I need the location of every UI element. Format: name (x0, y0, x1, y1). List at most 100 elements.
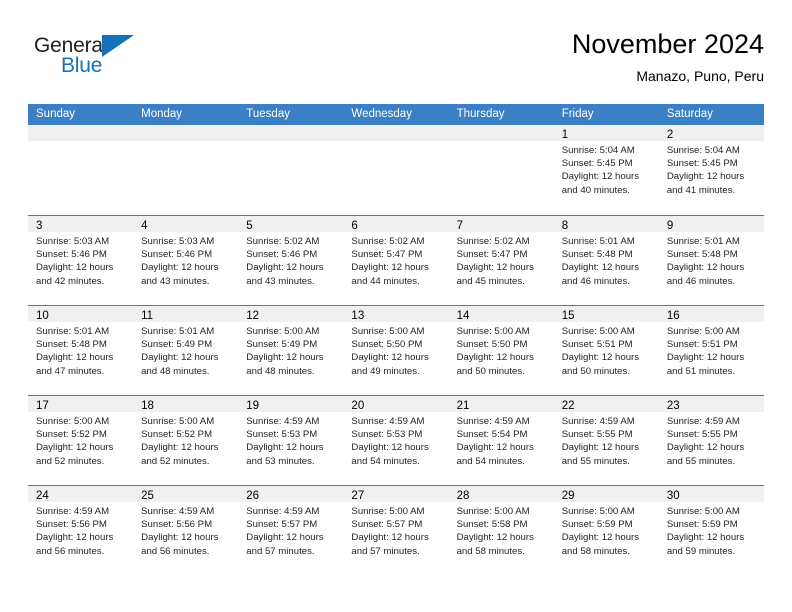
day-number: 11 (141, 310, 154, 322)
calendar-day-cell[interactable]: 5 Sunrise: 5:02 AM Sunset: 5:46 PM Daylight… (238, 216, 344, 305)
daylight-text-line1: Daylight: 12 hours (36, 442, 114, 454)
daylight-text-line1: Daylight: 12 hours (666, 171, 745, 183)
day-details: Sunrise: 5:00 AM Sunset: 5:52 PM Daylight:… (28, 412, 133, 468)
day-number: 26 (246, 490, 260, 502)
daylight-text-line1: Daylight: 12 hours (36, 532, 114, 544)
day-details: Sunrise: 4:59 AM Sunset: 5:55 PM Daylight:… (659, 412, 764, 468)
daylight-text-line2: and 48 minutes. (141, 365, 210, 377)
calendar-day-cell[interactable]: 1 Sunrise: 5:04 AM Sunset: 5:45 PM Daylight… (553, 125, 659, 215)
daylight-text-line1: Daylight: 12 hours (456, 532, 534, 544)
day-number-band: 4 (133, 216, 239, 232)
weekday-header-row: Sunday Monday Tuesday Wednesday Thursday Frid… (28, 104, 764, 125)
calendar-day-cell[interactable]: 28 Sunrise: 5:00 AM Sunset: 5:58 PM Dayligh… (448, 486, 554, 575)
sunrise-text: Sunrise: 4:59 AM (36, 506, 110, 517)
calendar-day-cell[interactable]: 6 Sunrise: 5:02 AM Sunset: 5:47 PM Daylight… (343, 216, 449, 305)
daylight-text-line2: and 43 minutes. (141, 275, 210, 287)
calendar-day-cell[interactable]: 14 Sunrise: 5:00 AM Sunset: 5:50 PM Dayligh… (448, 306, 554, 395)
day-number-band: 21 (448, 396, 554, 412)
calendar-day-cell[interactable]: 22 Sunrise: 4:59 AM Sunset: 5:55 PM Dayligh… (553, 396, 659, 485)
day-number: 21 (456, 400, 470, 412)
day-details: Sunrise: 4:59 AM Sunset: 5:53 PM Daylight:… (343, 412, 448, 468)
sunset-text: Sunset: 5:50 PM (456, 339, 528, 351)
day-number: 9 (666, 220, 674, 232)
sunset-text: Sunset: 5:45 PM (561, 158, 633, 170)
calendar-day-cell[interactable]: 29 Sunrise: 5:00 AM Sunset: 5:59 PM Dayligh… (553, 486, 659, 575)
calendar-day-cell-empty (238, 125, 344, 215)
sunrise-text: Sunrise: 5:00 AM (141, 416, 215, 427)
daylight-text-line1: Daylight: 12 hours (666, 352, 745, 364)
day-number-band: 8 (553, 216, 659, 232)
sunrise-text: Sunrise: 5:00 AM (561, 326, 635, 337)
sunset-text: Sunset: 5:51 PM (561, 339, 633, 351)
calendar-day-cell[interactable]: 21 Sunrise: 4:59 AM Sunset: 5:54 PM Dayligh… (448, 396, 554, 485)
calendar-day-cell[interactable]: 8 Sunrise: 5:01 AM Sunset: 5:48 PM Daylight… (553, 216, 659, 305)
daylight-text-line1: Daylight: 12 hours (561, 532, 640, 544)
sunset-text: Sunset: 5:46 PM (246, 249, 318, 261)
calendar-day-cell[interactable]: 9 Sunrise: 5:01 AM Sunset: 5:48 PM Daylight… (658, 216, 764, 305)
calendar-day-cell[interactable]: 20 Sunrise: 4:59 AM Sunset: 5:53 PM Dayligh… (343, 396, 449, 485)
day-number-band (28, 125, 134, 141)
calendar-day-cell[interactable]: 23 Sunrise: 4:59 AM Sunset: 5:55 PM Dayligh… (658, 396, 764, 485)
general-blue-logo[interactable]: General Blue (34, 34, 154, 82)
calendar-day-cell[interactable]: 25 Sunrise: 4:59 AM Sunset: 5:56 PM Dayligh… (133, 486, 239, 575)
daylight-text-line1: Daylight: 12 hours (246, 532, 324, 544)
calendar-week-row: 24 Sunrise: 4:59 AM Sunset: 5:56 PM Dayligh… (28, 485, 764, 575)
sunrise-text: Sunrise: 5:03 AM (141, 236, 215, 247)
day-details: Sunrise: 5:03 AM Sunset: 5:46 PM Daylight:… (133, 232, 238, 288)
calendar-day-cell[interactable]: 16 Sunrise: 5:00 AM Sunset: 5:51 PM Dayligh… (658, 306, 764, 395)
day-number-band: 1 (553, 125, 659, 141)
sunset-text: Sunset: 5:46 PM (141, 249, 213, 261)
calendar-day-cell[interactable]: 2 Sunrise: 5:04 AM Sunset: 5:45 PM Daylight… (658, 125, 764, 215)
calendar-week-row: 1 Sunrise: 5:04 AM Sunset: 5:45 PM Daylight… (28, 125, 764, 215)
daylight-text-line2: and 41 minutes. (666, 184, 736, 196)
calendar-day-cell[interactable]: 11 Sunrise: 5:01 AM Sunset: 5:49 PM Dayligh… (133, 306, 239, 395)
calendar-day-cell[interactable]: 13 Sunrise: 5:00 AM Sunset: 5:50 PM Dayligh… (343, 306, 449, 395)
calendar-day-cell[interactable]: 3 Sunrise: 5:03 AM Sunset: 5:46 PM Daylight… (28, 216, 134, 305)
day-number: 5 (246, 220, 253, 232)
daylight-text-line1: Daylight: 12 hours (456, 262, 534, 274)
calendar-day-cell[interactable]: 7 Sunrise: 5:02 AM Sunset: 5:47 PM Daylight… (448, 216, 554, 305)
sunrise-text: Sunrise: 4:59 AM (456, 416, 530, 427)
sunrise-text: Sunrise: 5:04 AM (666, 145, 740, 156)
calendar-day-cell[interactable]: 15 Sunrise: 5:00 AM Sunset: 5:51 PM Dayligh… (553, 306, 659, 395)
day-details: Sunrise: 4:59 AM Sunset: 5:56 PM Daylight:… (28, 502, 133, 558)
day-details: Sunrise: 4:59 AM Sunset: 5:54 PM Daylight:… (449, 412, 554, 468)
day-number-band (133, 125, 239, 141)
day-details: Sunrise: 4:59 AM Sunset: 5:57 PM Daylight:… (238, 502, 343, 558)
calendar-day-cell[interactable]: 17 Sunrise: 5:00 AM Sunset: 5:52 PM Dayligh… (28, 396, 134, 485)
day-number: 12 (246, 310, 260, 322)
daylight-text-line1: Daylight: 12 hours (456, 442, 534, 454)
calendar-day-cell[interactable]: 18 Sunrise: 5:00 AM Sunset: 5:52 PM Dayligh… (133, 396, 239, 485)
daylight-text-line1: Daylight: 12 hours (141, 262, 219, 274)
day-number-band: 12 (238, 306, 344, 322)
day-number-band: 5 (238, 216, 344, 232)
day-details: Sunrise: 5:04 AM Sunset: 5:45 PM Daylight:… (659, 141, 764, 197)
page-subtitle: Manazo, Puno, Peru (636, 68, 764, 84)
daylight-text-line2: and 58 minutes. (561, 545, 630, 557)
sunset-text: Sunset: 5:56 PM (36, 519, 107, 531)
day-number: 1 (561, 129, 569, 141)
sunrise-text: Sunrise: 5:00 AM (456, 326, 530, 337)
calendar-day-cell[interactable]: 27 Sunrise: 5:00 AM Sunset: 5:57 PM Dayligh… (343, 486, 449, 575)
page-header: General Blue November 2024 Manazo, Puno,… (28, 28, 764, 96)
day-number: 3 (36, 220, 43, 232)
calendar-day-cell[interactable]: 10 Sunrise: 5:01 AM Sunset: 5:48 PM Dayligh… (28, 306, 134, 395)
sunrise-text: Sunrise: 5:01 AM (36, 326, 110, 337)
day-details: Sunrise: 5:01 AM Sunset: 5:49 PM Daylight:… (133, 322, 238, 378)
day-number: 18 (141, 400, 154, 412)
daylight-text-line1: Daylight: 12 hours (246, 262, 324, 274)
sunrise-text: Sunrise: 4:59 AM (666, 416, 740, 427)
daylight-text-line2: and 57 minutes. (246, 545, 315, 557)
calendar-day-cell[interactable]: 19 Sunrise: 4:59 AM Sunset: 5:53 PM Dayligh… (238, 396, 344, 485)
calendar-day-cell[interactable]: 26 Sunrise: 4:59 AM Sunset: 5:57 PM Dayligh… (238, 486, 344, 575)
calendar-day-cell[interactable]: 12 Sunrise: 5:00 AM Sunset: 5:49 PM Dayligh… (238, 306, 344, 395)
day-details: Sunrise: 5:00 AM Sunset: 5:51 PM Daylight:… (554, 322, 659, 378)
calendar-day-cell[interactable]: 24 Sunrise: 4:59 AM Sunset: 5:56 PM Dayligh… (28, 486, 134, 575)
sunrise-text: Sunrise: 5:03 AM (36, 236, 110, 247)
calendar-week-row: 10 Sunrise: 5:01 AM Sunset: 5:48 PM Dayligh… (28, 305, 764, 395)
day-number: 24 (36, 490, 49, 502)
calendar-day-cell[interactable]: 4 Sunrise: 5:03 AM Sunset: 5:46 PM Daylight… (133, 216, 239, 305)
day-number-band (343, 125, 449, 141)
calendar-day-cell[interactable]: 30 Sunrise: 5:00 AM Sunset: 5:59 PM Dayligh… (658, 486, 764, 575)
sunset-text: Sunset: 5:58 PM (456, 519, 528, 531)
